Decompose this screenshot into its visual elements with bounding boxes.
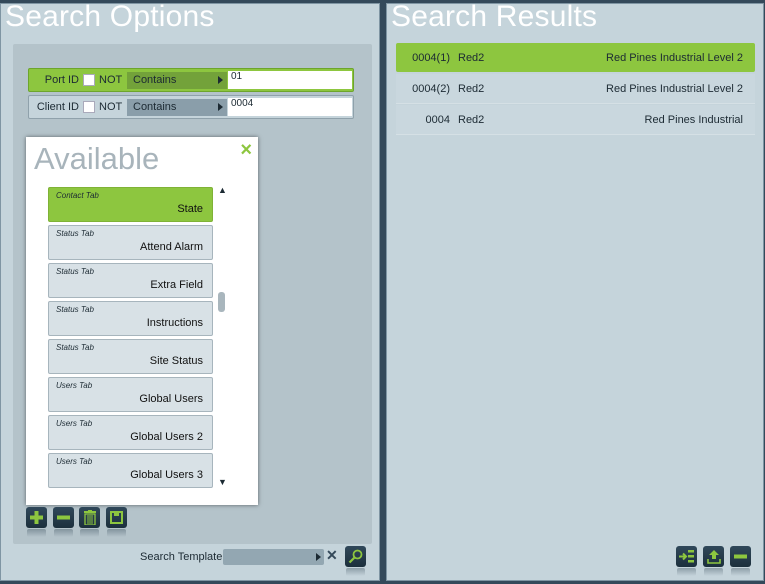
available-field-item[interactable]: Status Tab Site Status [48,339,213,374]
result-row[interactable]: 0004(1) Red2 Red Pines Industrial Level 2 [396,43,755,72]
upload-button[interactable] [703,546,724,576]
search-icon [348,549,363,564]
available-field-item[interactable]: Contact Tab State [48,187,213,222]
search-template-label: Search Template [140,551,223,563]
field-category: Status Tab [56,267,94,276]
criterion-label: Port ID [44,74,79,86]
caret-right-icon [218,103,223,111]
search-template-dropdown[interactable] [223,549,324,565]
remove-result-button[interactable] [730,546,751,576]
scrollbar-thumb[interactable] [218,292,225,312]
field-category: Status Tab [56,305,94,314]
not-checkbox[interactable] [83,101,95,113]
field-name: Attend Alarm [140,241,203,253]
available-title: Available [34,141,160,176]
result-description: Red Pines Industrial Level 2 [606,82,743,95]
assign-list-icon [679,550,694,563]
field-category: Status Tab [56,343,94,352]
field-name: Global Users 3 [130,469,203,481]
trash-icon [83,510,96,525]
field-name: Extra Field [150,279,203,291]
search-results-title: Search Results [391,0,598,33]
plus-icon [30,511,43,524]
close-icon[interactable]: × [240,139,252,162]
available-field-item[interactable]: Users Tab Global Users [48,377,213,412]
result-row[interactable]: 0004 Red2 Red Pines Industrial [396,105,755,135]
operator-value: Contains [133,74,177,86]
not-label: NOT [99,74,123,86]
result-id: 0004(2) [412,82,450,95]
scroll-down-icon[interactable]: ▼ [218,477,227,487]
result-row[interactable]: 0004(2) Red2 Red Pines Industrial Level 2 [396,74,755,104]
operator-dropdown[interactable]: Contains [127,71,227,89]
available-field-item[interactable]: Status Tab Instructions [48,301,213,336]
upload-icon [706,549,721,564]
result-description: Red Pines Industrial [644,113,743,126]
field-name: State [177,203,203,215]
field-category: Users Tab [56,419,93,428]
caret-right-icon [316,553,321,561]
field-category: Users Tab [56,457,93,466]
remove-button[interactable] [53,507,74,537]
save-icon [110,511,123,524]
minus-icon [57,515,70,520]
operator-value: Contains [133,101,177,113]
result-id: 0004 [425,113,450,126]
available-field-item[interactable]: Users Tab Global Users 2 [48,415,213,450]
operator-dropdown[interactable]: Contains [127,98,227,116]
result-description: Red Pines Industrial Level 2 [606,51,743,64]
delete-button[interactable] [79,507,100,537]
search-results-panel: Search Results 0004(1) Red2 Red Pines Indu… [386,0,764,581]
search-options-title: Search Options [5,0,215,33]
field-category: Contact Tab [56,191,99,200]
not-label: NOT [99,101,123,113]
caret-right-icon [218,76,223,84]
available-field-item[interactable]: Users Tab Global Users 3 [48,453,213,488]
minus-icon [734,554,747,559]
add-button[interactable] [26,507,47,537]
result-name: Red2 [458,113,485,126]
criterion-value-input[interactable]: 0004 [228,98,352,116]
scroll-up-icon[interactable]: ▲ [218,185,227,195]
field-name: Global Users 2 [130,431,203,443]
field-name: Global Users [139,393,203,405]
criterion-row-port-id[interactable]: Port ID NOT Contains 01 [28,68,354,92]
field-category: Users Tab [56,381,93,390]
criterion-label: Client ID [36,101,79,113]
clear-template-icon[interactable]: ✕ [326,547,338,564]
available-field-item[interactable]: Status Tab Attend Alarm [48,225,213,260]
criterion-row-client-id[interactable]: Client ID NOT Contains 0004 [28,95,354,119]
field-name: Instructions [146,317,203,329]
result-id: 0004(1) [412,51,450,64]
not-checkbox[interactable] [83,74,95,86]
available-fields-popup: Available × Contact Tab State Status Tab At… [26,137,258,505]
available-field-item[interactable]: Status Tab Extra Field [48,263,213,298]
result-name: Red2 [458,82,485,95]
search-button[interactable] [345,546,366,576]
field-category: Status Tab [56,229,94,238]
assign-button[interactable] [676,546,697,576]
result-name: Red2 [458,51,485,64]
criterion-value-input[interactable]: 01 [228,71,352,89]
save-button[interactable] [106,507,127,537]
field-name: Site Status [149,355,203,367]
